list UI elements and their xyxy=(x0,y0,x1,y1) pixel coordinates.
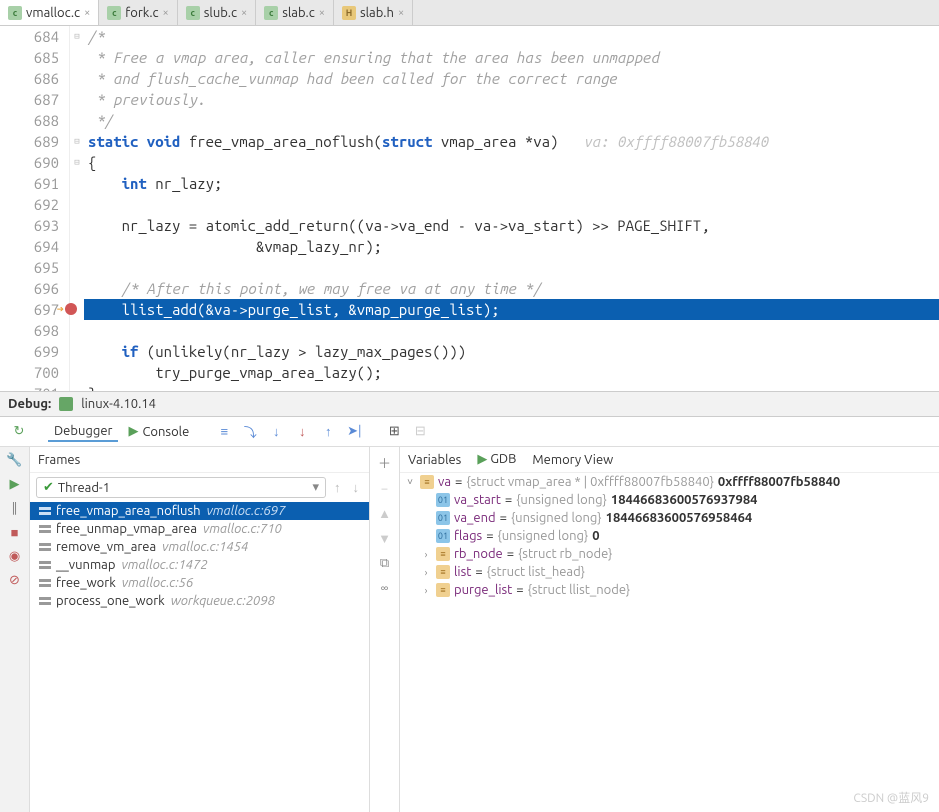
up-icon[interactable]: ▲ xyxy=(378,506,391,521)
copy-icon[interactable]: ⧉ xyxy=(380,556,389,571)
close-icon[interactable]: × xyxy=(319,7,325,19)
stack-frame[interactable]: __vunmap vmalloc.c:1472 xyxy=(30,556,369,574)
variable-row[interactable]: 01 va_end = {unsigned long} 184466836005… xyxy=(400,509,939,527)
variables-panel: Variables ▶ GDB Memory View ˅≡ va = {str… xyxy=(400,447,939,812)
stop-icon[interactable]: ■ xyxy=(6,523,24,541)
frames-panel: Frames ✔ Thread-1 ▾ ↑ ↓ free_vmap_area_n… xyxy=(30,447,370,812)
watermark: CSDN @蓝风9 xyxy=(853,789,929,806)
variable-row[interactable]: ˅≡ va = {struct vmap_area * | 0xffff8800… xyxy=(400,473,939,491)
fold-gutter: ⊟⊟⊟⊟⊟⊟ xyxy=(70,26,84,391)
remove-watch-icon[interactable]: − xyxy=(381,482,388,496)
variable-row[interactable]: 01 flags = {unsigned long} 0 xyxy=(400,527,939,545)
h-file-icon: H xyxy=(342,6,356,20)
stack-frame[interactable]: remove_vm_area vmalloc.c:1454 xyxy=(30,538,369,556)
tab-slab-h[interactable]: Hslab.h × xyxy=(334,0,413,25)
stack-frame[interactable]: process_one_work workqueue.c:2098 xyxy=(30,592,369,610)
close-icon[interactable]: × xyxy=(163,7,169,19)
tab-label: vmalloc.c xyxy=(26,6,80,20)
variables-tab[interactable]: Variables xyxy=(408,453,461,467)
close-icon[interactable]: × xyxy=(398,7,404,19)
link-icon[interactable]: ∞ xyxy=(381,581,389,595)
close-icon[interactable]: × xyxy=(241,7,247,19)
variable-row[interactable]: ›≡ purge_list = {struct llist_node} xyxy=(400,581,939,599)
toggle-breakpoints-icon[interactable]: ≡ xyxy=(213,421,235,443)
frame-up-icon[interactable]: ↑ xyxy=(330,480,345,495)
debug-sidebar: 🔧 ▶ ∥ ■ ◉ ⊘ xyxy=(0,447,30,812)
frame-down-icon[interactable]: ↓ xyxy=(349,480,364,495)
rerun-icon[interactable]: ↻ xyxy=(8,421,30,443)
stack-frame[interactable]: free_vmap_area_noflush vmalloc.c:697 xyxy=(30,502,369,520)
view-breakpoints-icon[interactable]: ◉ xyxy=(6,547,24,565)
tab-label: slab.c xyxy=(282,6,315,20)
thread-selector[interactable]: ✔ Thread-1 ▾ xyxy=(36,477,326,498)
tab-vmalloc[interactable]: c vmalloc.c × xyxy=(0,0,99,25)
down-icon[interactable]: ▼ xyxy=(378,531,391,546)
step-into-icon[interactable]: ↓ xyxy=(265,421,287,443)
debug-config-name: linux-4.10.14 xyxy=(81,397,156,411)
thread-selector-row: ✔ Thread-1 ▾ ↑ ↓ xyxy=(30,473,369,502)
frames-header: Frames xyxy=(30,447,369,473)
variable-row[interactable]: 01 va_start = {unsigned long} 1844668360… xyxy=(400,491,939,509)
trace-icon[interactable]: ⊟ xyxy=(409,421,431,443)
variables-header: Variables ▶ GDB Memory View xyxy=(400,447,939,473)
check-icon: ✔ xyxy=(43,480,54,495)
mute-breakpoints-icon[interactable]: ⊘ xyxy=(6,571,24,589)
variable-row[interactable]: ›≡ rb_node = {struct rb_node} xyxy=(400,545,939,563)
debugger-tab[interactable]: Debugger xyxy=(48,422,118,442)
thread-name: Thread-1 xyxy=(58,481,110,495)
console-tab[interactable]: ▶Console xyxy=(122,422,195,441)
evaluate-icon[interactable]: ⊞ xyxy=(383,421,405,443)
tab-label: slub.c xyxy=(204,6,237,20)
add-watch-icon[interactable]: ＋ xyxy=(378,453,391,472)
wrench-icon[interactable]: 🔧 xyxy=(6,451,24,469)
code-area[interactable]: /* * Free a vmap area, caller ensuring t… xyxy=(84,26,939,391)
gdb-tab[interactable]: ▶ GDB xyxy=(477,452,516,467)
chevron-down-icon: ▾ xyxy=(312,480,319,495)
c-file-icon: c xyxy=(8,6,22,20)
memory-view-tab[interactable]: Memory View xyxy=(532,453,613,467)
c-file-icon: c xyxy=(264,6,278,20)
tab-fork[interactable]: c fork.c × xyxy=(99,0,177,25)
debug-body: 🔧 ▶ ∥ ■ ◉ ⊘ Frames ✔ Thread-1 ▾ ↑ ↓ free… xyxy=(0,447,939,812)
force-step-into-icon[interactable]: ↓ xyxy=(291,421,313,443)
play-icon: ▶ xyxy=(477,452,487,466)
debug-toolbar: ↻ Debugger ▶Console ≡ ⤵ ↓ ↓ ↑ ➤| ⊞ ⊟ xyxy=(0,417,939,447)
tab-label: slab.h xyxy=(360,6,394,20)
close-icon[interactable]: × xyxy=(84,7,90,19)
pause-icon[interactable]: ∥ xyxy=(6,499,24,517)
tab-label: fork.c xyxy=(125,6,158,20)
vars-toolbar: ＋ − ▲ ▼ ⧉ ∞ xyxy=(370,447,400,812)
variable-row[interactable]: ›≡ list = {struct list_head} xyxy=(400,563,939,581)
variables-list[interactable]: ˅≡ va = {struct vmap_area * | 0xffff8800… xyxy=(400,473,939,812)
tab-slub[interactable]: c slub.c × xyxy=(178,0,256,25)
editor-tabs: c vmalloc.c × c fork.c × c slub.c × c slab.c × H… xyxy=(0,0,939,26)
debug-label: Debug: xyxy=(8,397,51,411)
play-icon: ▶ xyxy=(128,424,138,439)
frame-list[interactable]: free_vmap_area_noflush vmalloc.c:697free… xyxy=(30,502,369,812)
c-file-icon: c xyxy=(186,6,200,20)
resume-icon[interactable]: ▶ xyxy=(6,475,24,493)
stack-frame[interactable]: free_work vmalloc.c:56 xyxy=(30,574,369,592)
step-over-icon[interactable]: ⤵ xyxy=(239,421,261,443)
app-icon xyxy=(59,397,73,411)
run-to-cursor-icon[interactable]: ➤| xyxy=(343,421,365,443)
tab-slab-c[interactable]: c slab.c × xyxy=(256,0,334,25)
step-out-icon[interactable]: ↑ xyxy=(317,421,339,443)
debug-bar: Debug: linux-4.10.14 xyxy=(0,391,939,417)
stack-frame[interactable]: free_unmap_vmap_area vmalloc.c:710 xyxy=(30,520,369,538)
c-file-icon: c xyxy=(107,6,121,20)
line-gutter: 6846856866876886896906916926936946956966… xyxy=(0,26,70,391)
code-editor[interactable]: 6846856866876886896906916926936946956966… xyxy=(0,26,939,391)
